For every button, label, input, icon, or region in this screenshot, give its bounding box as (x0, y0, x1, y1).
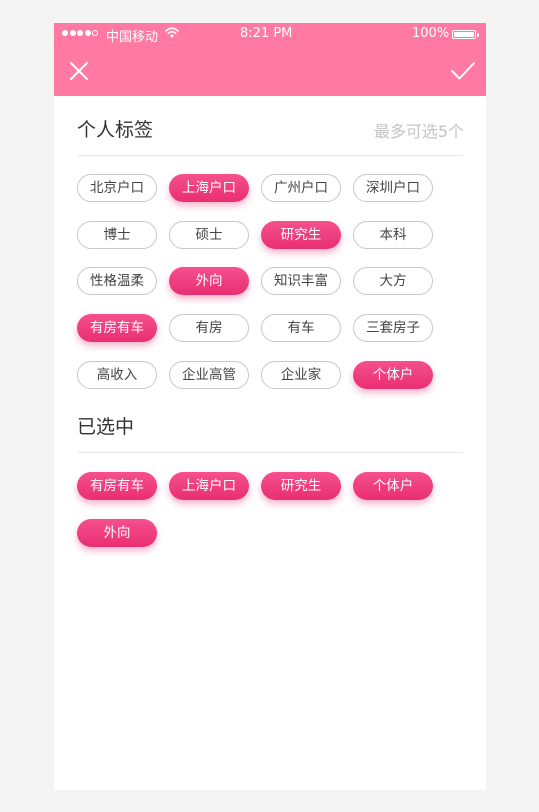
battery-percent: 100% (412, 26, 450, 41)
tag-chip[interactable]: 博士 (77, 220, 157, 249)
signal-dot (77, 30, 83, 36)
selection-limit-hint: 最多可选5个 (373, 122, 464, 141)
carrier-name: 中国移动 (106, 30, 159, 45)
selected-tag-chip[interactable]: 研究生 (261, 472, 341, 500)
tag-chip[interactable]: 有车 (261, 314, 341, 343)
divider (77, 452, 463, 453)
selected-tags-title: 已选中 (77, 416, 135, 438)
tag-chip[interactable]: 广州户口 (261, 174, 341, 202)
selected-tag-chip[interactable]: 个体户 (353, 472, 433, 500)
selected-tag-chip[interactable]: 有房有车 (77, 472, 157, 500)
tag-chip[interactable]: 个体户 (353, 360, 433, 389)
battery-icon (452, 30, 476, 39)
personal-tags-title: 个人标签 (77, 119, 154, 141)
signal-strength-icon (62, 30, 98, 36)
tag-chip[interactable]: 北京户口 (77, 174, 157, 202)
close-icon[interactable] (68, 60, 90, 82)
wifi-icon (165, 27, 179, 38)
tag-chip[interactable]: 大方 (353, 267, 433, 296)
tag-chip[interactable]: 本科 (353, 220, 433, 249)
battery-level (454, 32, 474, 37)
tag-chip[interactable]: 有房有车 (77, 314, 157, 343)
tag-chip[interactable]: 三套房子 (353, 314, 433, 343)
header-bar: 中国移动 8:21 PM 100% (54, 23, 486, 96)
tag-chip[interactable]: 企业家 (261, 360, 341, 389)
tag-chip[interactable]: 深圳户口 (353, 174, 433, 202)
tag-chip[interactable]: 性格温柔 (77, 267, 157, 296)
tag-chip[interactable]: 高收入 (77, 360, 157, 389)
signal-dot (84, 30, 91, 36)
tag-chip[interactable]: 外向 (169, 267, 249, 296)
phone-screen: 中国移动 8:21 PM 100% 个人标签 最多可选5个 北京户口 上海户口 广州… (54, 23, 486, 790)
status-time: 8:21 PM (240, 26, 293, 41)
tag-chip[interactable]: 研究生 (261, 220, 341, 249)
tag-chip[interactable]: 硕士 (169, 220, 249, 249)
tag-chip[interactable]: 企业高管 (169, 360, 249, 389)
divider (77, 155, 463, 156)
selected-tag-chip[interactable]: 外向 (77, 519, 157, 547)
battery-tip (477, 33, 479, 37)
selected-tag-chip[interactable]: 上海户口 (169, 472, 249, 500)
signal-dot (92, 30, 98, 36)
signal-dot (62, 30, 68, 36)
tag-chip[interactable]: 知识丰富 (261, 267, 341, 296)
signal-dot (69, 30, 76, 36)
status-bar: 中国移动 8:21 PM 100% (54, 23, 486, 45)
checkmark-icon[interactable] (450, 60, 476, 82)
tag-chip[interactable]: 有房 (169, 314, 249, 343)
tag-chip[interactable]: 上海户口 (169, 174, 249, 202)
